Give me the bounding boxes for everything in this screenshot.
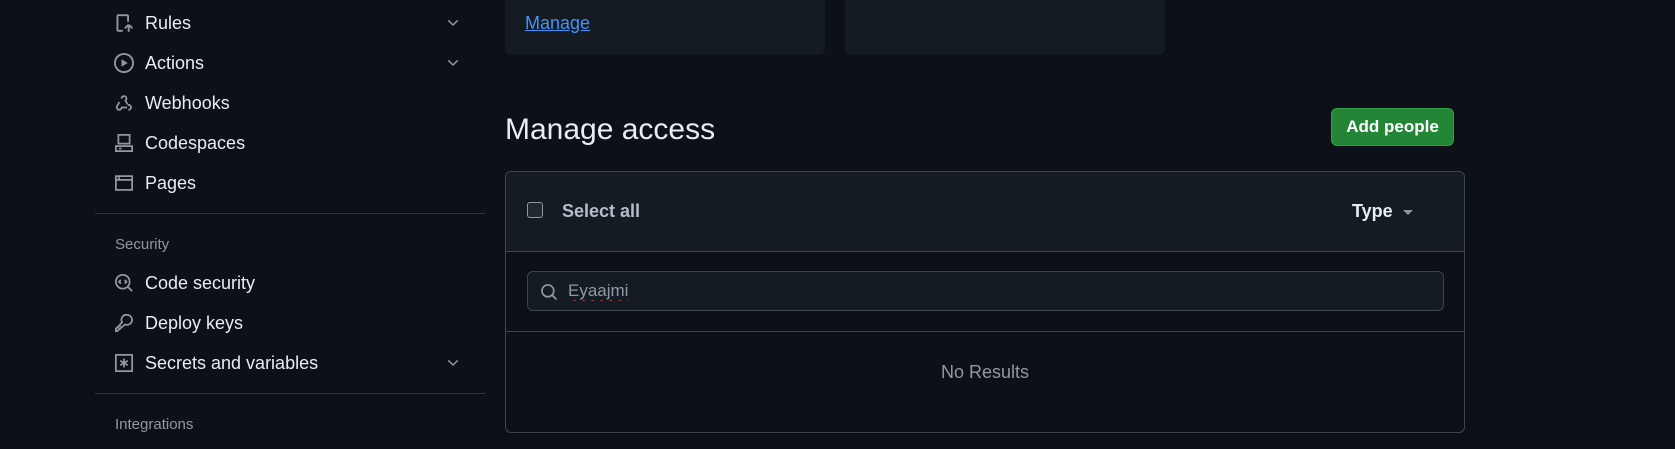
- select-all-checkbox[interactable]: [527, 202, 543, 218]
- sidebar-item-label: Codespaces: [145, 133, 246, 153]
- sidebar-section-integrations: Integrations: [115, 416, 194, 433]
- panel-header: Select all Type: [506, 172, 1464, 252]
- sidebar-section-security: Security: [115, 236, 170, 253]
- sidebar-item-label: Secrets and variables: [145, 353, 319, 373]
- sidebar-divider: [95, 213, 485, 214]
- key-icon: [115, 313, 133, 332]
- page-title: Manage access: [505, 113, 716, 146]
- sidebar-item-actions[interactable]: Actions: [95, 43, 485, 83]
- sidebar-item-label: Webhooks: [145, 93, 230, 113]
- select-all-label: Select all: [562, 201, 641, 221]
- empty-state: No Results: [940, 362, 1030, 382]
- sidebar-item-pages[interactable]: Pages: [95, 163, 485, 203]
- browser-icon: [115, 175, 133, 191]
- sidebar-item-label: Rules: [145, 13, 192, 33]
- sidebar-item-codespaces[interactable]: Codespaces: [95, 123, 485, 163]
- search-icon: [541, 284, 557, 300]
- sidebar-item-webhooks[interactable]: Webhooks: [95, 83, 485, 123]
- codescan-icon: [115, 273, 133, 292]
- codespaces-icon: [115, 134, 133, 152]
- rules-icon: [116, 14, 134, 32]
- type-filter-dropdown[interactable]: Type: [1352, 201, 1413, 222]
- sidebar-item-deploy-keys[interactable]: Deploy keys: [95, 303, 485, 343]
- type-filter-label: Type: [1352, 201, 1393, 221]
- add-people-button[interactable]: Add people: [1331, 108, 1454, 146]
- search-box[interactable]: [527, 271, 1444, 311]
- asterisk-icon: [115, 354, 133, 372]
- info-card: [845, 0, 1165, 55]
- sidebar-item-label: Pages: [145, 173, 197, 193]
- chevron-down-icon[interactable]: [445, 355, 461, 371]
- sidebar-item-rules[interactable]: Rules: [95, 3, 485, 43]
- play-icon: [114, 53, 134, 73]
- manage-link[interactable]: Manage: [525, 13, 590, 34]
- sidebar-item-label: Actions: [145, 53, 205, 73]
- sidebar-divider: [95, 393, 485, 394]
- sidebar-item-label: Code security: [145, 273, 256, 293]
- search-input[interactable]: [568, 272, 1428, 310]
- sidebar-item-label: Deploy keys: [145, 313, 244, 333]
- sidebar-item-secrets[interactable]: Secrets and variables: [95, 343, 485, 383]
- chevron-down-icon[interactable]: [445, 55, 461, 71]
- chevron-down-icon[interactable]: [445, 15, 461, 31]
- caret-down-icon: [1402, 210, 1413, 215]
- webhook-icon: [115, 95, 132, 111]
- access-panel: Select all Type No Results: [505, 171, 1465, 433]
- search-row: [506, 252, 1464, 332]
- sidebar-item-code-security[interactable]: Code security: [95, 263, 485, 303]
